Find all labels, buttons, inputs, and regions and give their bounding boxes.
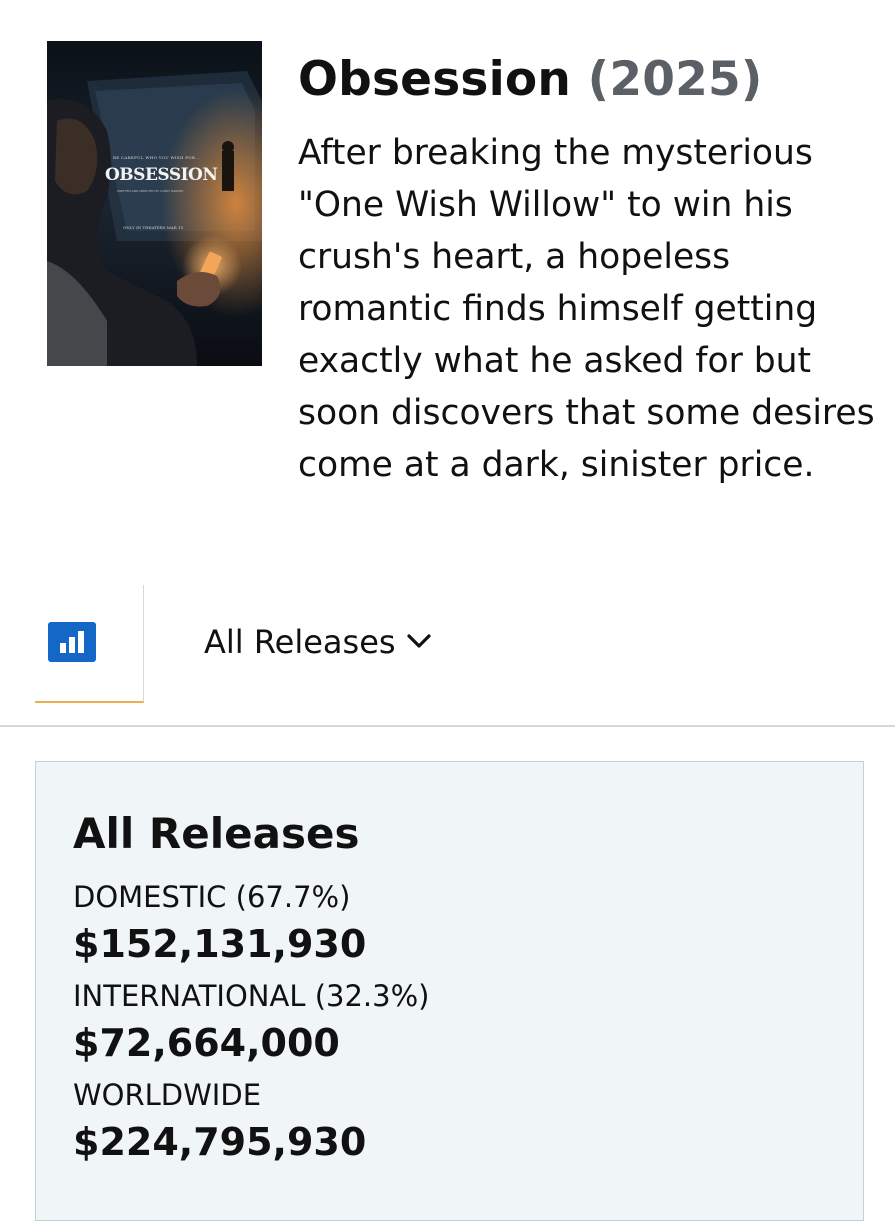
international-value: $72,664,000 bbox=[73, 1021, 340, 1065]
box-office-summary-panel: All Releases DOMESTIC (67.7%) $152,131,9… bbox=[35, 761, 864, 1221]
tab-chart-view[interactable] bbox=[35, 585, 144, 703]
worldwide-value: $224,795,930 bbox=[73, 1120, 367, 1164]
movie-year: (2025) bbox=[587, 52, 763, 107]
domestic-label: DOMESTIC (67.7%) bbox=[73, 880, 351, 914]
release-selector-label: All Releases bbox=[204, 623, 396, 661]
poster-title: OBSESSION bbox=[105, 165, 218, 185]
worldwide-label: WORLDWIDE bbox=[73, 1078, 262, 1112]
poster-tagline: BE CAREFUL WHO YOU WISH FOR... bbox=[113, 155, 200, 160]
view-tab-row: All Releases bbox=[0, 585, 895, 727]
movie-synopsis: After breaking the mysterious "One Wish … bbox=[298, 133, 875, 485]
release-selector-dropdown[interactable]: All Releases bbox=[204, 617, 432, 667]
international-label: INTERNATIONAL (32.3%) bbox=[73, 979, 430, 1013]
movie-title: Obsession (2025) bbox=[298, 52, 763, 108]
poster-release-line: ONLY IN THEATERS MAR 15 bbox=[123, 225, 184, 230]
poster-artwork bbox=[47, 41, 262, 366]
summary-heading: All Releases bbox=[73, 809, 360, 858]
bar-chart-icon bbox=[48, 622, 96, 662]
chevron-down-icon bbox=[406, 634, 431, 648]
domestic-value: $152,131,930 bbox=[73, 922, 367, 966]
movie-title-text: Obsession bbox=[298, 52, 572, 107]
poster-credit: WRITTEN AND DIRECTED BY CURRY BARKER bbox=[117, 189, 184, 193]
movie-poster[interactable]: BE CAREFUL WHO YOU WISH FOR... OBSESSION… bbox=[47, 41, 262, 366]
